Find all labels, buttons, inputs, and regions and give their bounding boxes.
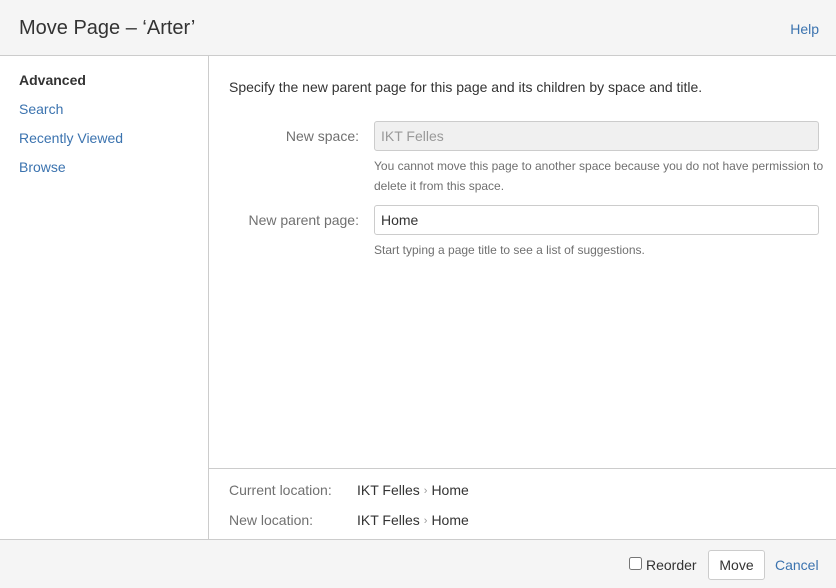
sidebar-item-advanced[interactable]: Advanced (19, 72, 86, 88)
new-parent-page-input[interactable] (374, 205, 819, 235)
help-link[interactable]: Help (790, 21, 819, 37)
dialog-header: Move Page – ‘Arter’ Help (0, 0, 836, 56)
current-location-breadcrumb: IKT Felles › Home (357, 482, 469, 498)
dialog-title: Move Page – ‘Arter’ (19, 17, 196, 39)
new-parent-page-label: New parent page: (248, 212, 359, 228)
reorder-label: Reorder (646, 557, 697, 573)
current-location-space: IKT Felles (357, 482, 420, 498)
sidebar-item-search[interactable]: Search (19, 101, 63, 117)
location-summary: Current location: IKT Felles › Home New lo… (209, 468, 836, 539)
move-page-dialog: Move Page – ‘Arter’ Help Advanced Search… (0, 0, 836, 588)
new-location-breadcrumb: IKT Felles › Home (357, 512, 469, 528)
new-location-label: New location: (229, 512, 314, 528)
current-location-page: Home (431, 482, 469, 498)
new-space-input (374, 121, 819, 151)
sidebar-item-recently-viewed[interactable]: Recently Viewed (19, 130, 123, 146)
move-button[interactable]: Move (708, 550, 765, 580)
reorder-option[interactable]: Reorder (629, 556, 697, 573)
sidebar-nav: Advanced Search Recently Viewed Browse (0, 56, 209, 539)
breadcrumb-separator: › (423, 515, 428, 527)
new-location-page: Home (431, 512, 469, 528)
breadcrumb-separator: › (423, 485, 428, 497)
reorder-checkbox[interactable] (629, 556, 642, 570)
dialog-footer: Reorder Move Cancel (0, 539, 836, 588)
advanced-panel: Specify the new parent page for this pag… (209, 56, 836, 469)
new-parent-page-description: Start typing a page title to see a list … (374, 243, 645, 257)
new-location-space: IKT Felles (357, 512, 420, 528)
new-space-description: You cannot move this page to another spa… (374, 159, 824, 193)
cancel-link[interactable]: Cancel (775, 557, 819, 573)
intro-text: Specify the new parent page for this pag… (229, 79, 703, 95)
sidebar-item-browse[interactable]: Browse (19, 159, 66, 175)
current-location-label: Current location: (229, 482, 332, 498)
new-space-label: New space: (285, 128, 359, 144)
